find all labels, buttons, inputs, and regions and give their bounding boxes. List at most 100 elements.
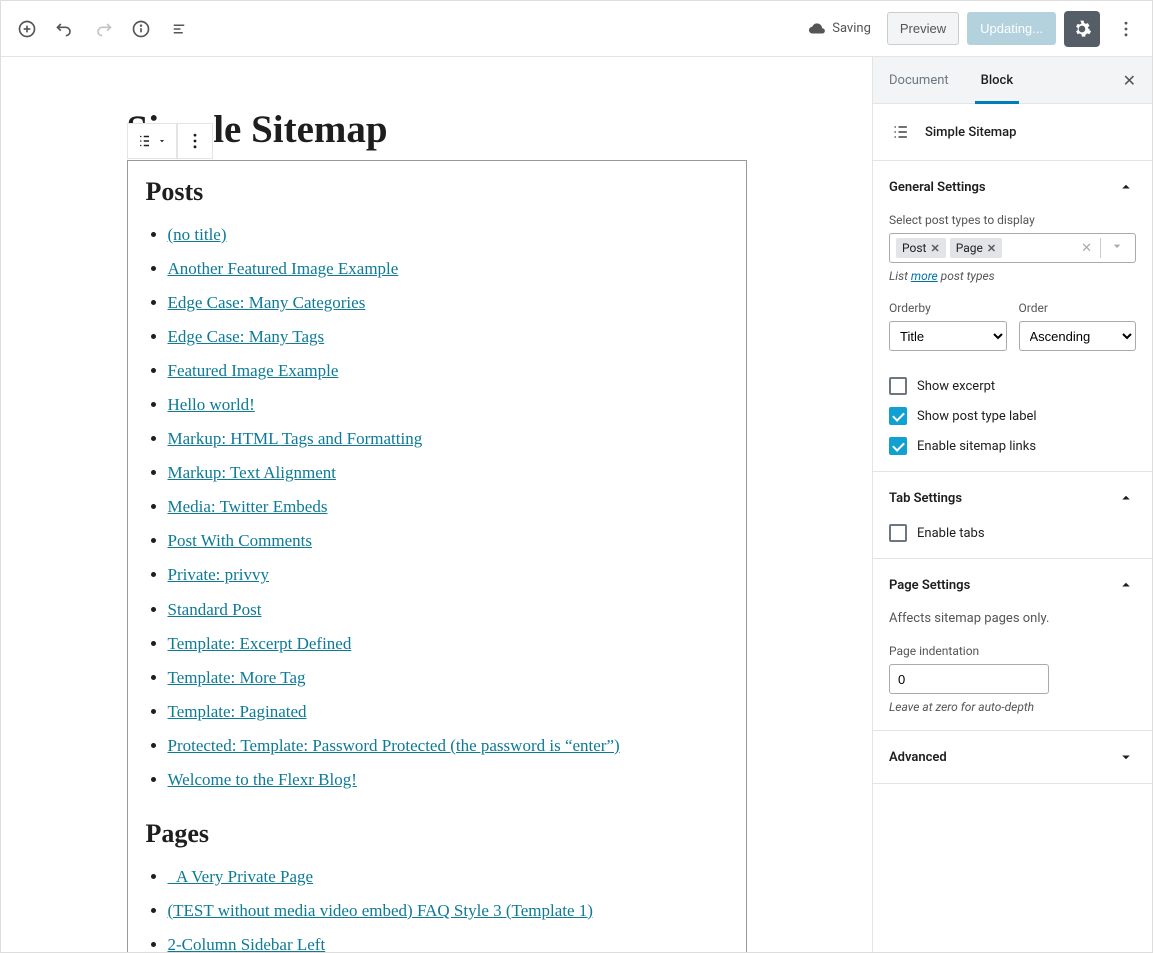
chip-page-remove[interactable]: ✕ <box>987 242 996 255</box>
orderby-label: Orderby <box>889 301 1007 315</box>
preview-button[interactable]: Preview <box>887 12 959 45</box>
list-item: A Very Private Page <box>168 863 728 891</box>
sitemap-link[interactable]: 2-Column Sidebar Left <box>168 935 326 952</box>
tab-document[interactable]: Document <box>873 57 965 103</box>
sitemap-link[interactable]: Template: Paginated <box>168 702 307 721</box>
sitemap-link[interactable]: Markup: HTML Tags and Formatting <box>168 429 423 448</box>
chevron-down-icon[interactable] <box>1105 238 1129 258</box>
show-post-type-label-label: Show post type label <box>917 409 1037 424</box>
page-indentation-label: Page indentation <box>889 644 1136 658</box>
panel-page-settings-head[interactable]: Page Settings <box>873 559 1152 611</box>
panel-tab-settings-head[interactable]: Tab Settings <box>873 472 1152 524</box>
list-item: Protected: Template: Password Protected … <box>168 732 728 760</box>
sitemap-link[interactable]: Featured Image Example <box>168 361 339 380</box>
orderby-select[interactable]: Title <box>889 321 1007 351</box>
list-item: Private: privvy <box>168 561 728 589</box>
sitemap-link[interactable]: A Very Private Page <box>168 867 314 886</box>
chevron-up-icon <box>1116 575 1136 595</box>
post-types-select[interactable]: Post✕ Page✕ ✕ <box>889 233 1136 263</box>
panel-page-settings-title: Page Settings <box>889 578 970 593</box>
order-select[interactable]: Ascending <box>1019 321 1137 351</box>
undo-button[interactable] <box>47 11 83 47</box>
list-item: Welcome to the Flexr Blog! <box>168 766 728 794</box>
posts-heading: Posts <box>146 177 728 207</box>
chevron-up-icon <box>1116 177 1136 197</box>
list-item: Standard Post <box>168 596 728 624</box>
more-options-button[interactable] <box>1108 11 1144 47</box>
page-settings-desc: Affects sitemap pages only. <box>889 611 1136 626</box>
list-item: (no title) <box>168 221 728 249</box>
chip-post: Post✕ <box>896 238 946 258</box>
sitemap-link[interactable]: Private: privvy <box>168 565 270 584</box>
order-label: Order <box>1019 301 1137 315</box>
page-indentation-hint: Leave at zero for auto-depth <box>889 700 1136 714</box>
sitemap-link[interactable]: Welcome to the Flexr Blog! <box>168 770 357 789</box>
enable-tabs-label: Enable tabs <box>917 526 985 541</box>
list-item: Edge Case: Many Tags <box>168 323 728 351</box>
sitemap-link[interactable]: Post With Comments <box>168 531 312 550</box>
sitemap-link[interactable]: Protected: Template: Password Protected … <box>168 736 620 755</box>
list-item: (TEST without media video embed) FAQ Sty… <box>168 897 728 925</box>
sitemap-block[interactable]: Posts (no title) Another Featured Image E… <box>127 160 747 952</box>
add-block-button[interactable] <box>9 11 45 47</box>
tab-block[interactable]: Block <box>965 57 1029 103</box>
panel-advanced-head[interactable]: Advanced <box>873 731 1152 783</box>
sitemap-link[interactable]: (no title) <box>168 225 227 244</box>
sitemap-link[interactable]: Standard Post <box>168 600 262 619</box>
outline-button[interactable] <box>161 11 197 47</box>
post-types-label: Select post types to display <box>889 213 1136 227</box>
editor-canvas[interactable]: Simple Sitemap Posts (no title) Another F… <box>1 57 872 952</box>
list-item: Template: More Tag <box>168 664 728 692</box>
settings-toggle-button[interactable] <box>1064 11 1100 47</box>
sitemap-link[interactable]: Markup: Text Alignment <box>168 463 336 482</box>
page-title[interactable]: Simple Sitemap <box>127 107 747 152</box>
saving-status: Saving <box>808 20 871 38</box>
chip-post-remove[interactable]: ✕ <box>930 242 939 255</box>
block-type-button[interactable] <box>127 123 177 159</box>
list-item: Post With Comments <box>168 527 728 555</box>
show-post-type-label-checkbox[interactable] <box>889 407 907 425</box>
panel-tab-settings-title: Tab Settings <box>889 491 962 506</box>
enable-sitemap-links-label: Enable sitemap links <box>917 439 1036 454</box>
sitemap-link[interactable]: Edge Case: Many Categories <box>168 293 366 312</box>
pages-heading: Pages <box>146 819 728 849</box>
block-more-button[interactable] <box>177 123 213 159</box>
list-item: Markup: Text Alignment <box>168 459 728 487</box>
show-excerpt-checkbox[interactable] <box>889 377 907 395</box>
block-name-label: Simple Sitemap <box>925 125 1016 140</box>
page-indentation-input[interactable] <box>889 664 1049 694</box>
panel-advanced-title: Advanced <box>889 750 947 765</box>
sitemap-link[interactable]: Template: More Tag <box>168 668 306 687</box>
list-item: 2-Column Sidebar Left <box>168 931 728 952</box>
sitemap-link[interactable]: Media: Twitter Embeds <box>168 497 328 516</box>
saving-label: Saving <box>832 21 871 36</box>
show-excerpt-label: Show excerpt <box>917 379 995 394</box>
list-item: Hello world! <box>168 391 728 419</box>
list-item: Featured Image Example <box>168 357 728 385</box>
enable-tabs-checkbox[interactable] <box>889 524 907 542</box>
list-item: Markup: HTML Tags and Formatting <box>168 425 728 453</box>
sitemap-link[interactable]: Template: Excerpt Defined <box>168 634 352 653</box>
panel-general-head[interactable]: General Settings <box>873 161 1152 213</box>
sitemap-link[interactable]: Hello world! <box>168 395 255 414</box>
chip-page: Page✕ <box>950 238 1002 258</box>
list-item: Media: Twitter Embeds <box>168 493 728 521</box>
redo-button <box>85 11 121 47</box>
list-item: Template: Paginated <box>168 698 728 726</box>
list-icon <box>889 120 913 144</box>
list-item: Edge Case: Many Categories <box>168 289 728 317</box>
sitemap-link[interactable]: (TEST without media video embed) FAQ Sty… <box>168 901 593 920</box>
sitemap-link[interactable]: Another Featured Image Example <box>168 259 399 278</box>
publish-button: Updating... <box>967 12 1056 45</box>
clear-all-icon[interactable]: ✕ <box>1077 241 1096 256</box>
chevron-up-icon <box>1116 488 1136 508</box>
info-button[interactable] <box>123 11 159 47</box>
close-sidebar-button[interactable]: ✕ <box>1123 71 1136 90</box>
sitemap-link[interactable]: Edge Case: Many Tags <box>168 327 325 346</box>
list-item: Another Featured Image Example <box>168 255 728 283</box>
more-link[interactable]: more <box>911 269 938 283</box>
chevron-down-icon <box>1116 747 1136 767</box>
panel-general-title: General Settings <box>889 180 986 195</box>
enable-sitemap-links-checkbox[interactable] <box>889 437 907 455</box>
list-item: Template: Excerpt Defined <box>168 630 728 658</box>
